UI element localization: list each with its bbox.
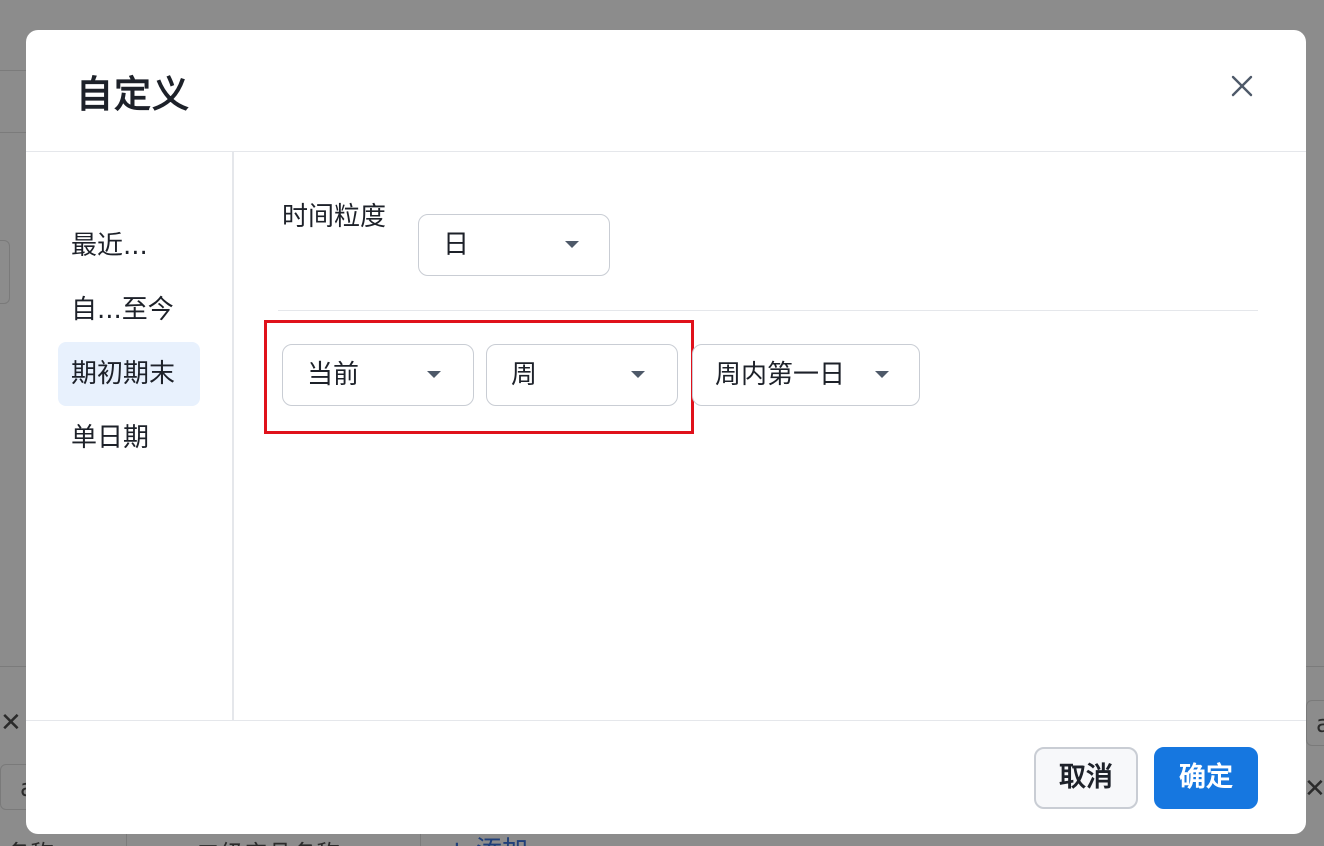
dialog-header: 自定义 (26, 30, 1306, 152)
close-icon (1231, 75, 1253, 97)
sidebar-item-single-date[interactable]: 单日期 (58, 406, 200, 470)
dialog-footer: 取消 确定 (26, 720, 1306, 834)
granularity-select-value: 日 (443, 230, 470, 260)
granularity-select[interactable]: 日 (418, 214, 610, 276)
bg-close-right-icon: ✕ (1304, 774, 1324, 804)
unit-select-value: 周 (511, 360, 538, 390)
confirm-button[interactable]: 确定 (1154, 747, 1258, 809)
period-select-value: 当前 (307, 360, 360, 390)
granularity-label: 时间粒度 (282, 202, 387, 232)
unit-select[interactable]: 周 (486, 344, 678, 406)
bg-divider-top (0, 70, 26, 71)
position-select[interactable]: 周内第一日 (692, 344, 920, 406)
close-button[interactable] (1226, 70, 1258, 102)
caret-down-icon (875, 371, 889, 378)
position-select-value: 周内第一日 (715, 360, 846, 390)
bg-separator-1 (126, 834, 127, 846)
sidebar-item-since[interactable]: 自...至今 (58, 278, 200, 342)
dialog-title: 自定义 (76, 73, 190, 116)
bg-input-left (0, 240, 10, 304)
mode-sidebar: 最近... 自...至今 期初期末 单日期 (26, 152, 234, 720)
bg-close-left-icon: ✕ (0, 708, 22, 738)
custom-dialog: 自定义 最近... 自...至今 期初期末 单日期 时间粒度 日 当前 周 周内… (26, 30, 1306, 834)
bg-field-text-1: 名称 (6, 834, 54, 846)
period-select[interactable]: 当前 (282, 344, 474, 406)
bg-separator-2 (420, 834, 421, 846)
sidebar-item-period-start-end[interactable]: 期初期末 (58, 342, 200, 406)
caret-down-icon (427, 371, 441, 378)
dialog-content: 时间粒度 日 当前 周 周内第一日 (234, 152, 1306, 720)
bg-field-text-2: 二级产品名称 (196, 834, 340, 846)
bg-divider-2 (0, 132, 26, 133)
bg-cut-char-right: a (1316, 710, 1324, 738)
cancel-button[interactable]: 取消 (1034, 747, 1138, 809)
caret-down-icon (565, 241, 579, 248)
divider (278, 310, 1258, 311)
sidebar-item-recent[interactable]: 最近... (58, 214, 200, 278)
caret-down-icon (631, 371, 645, 378)
